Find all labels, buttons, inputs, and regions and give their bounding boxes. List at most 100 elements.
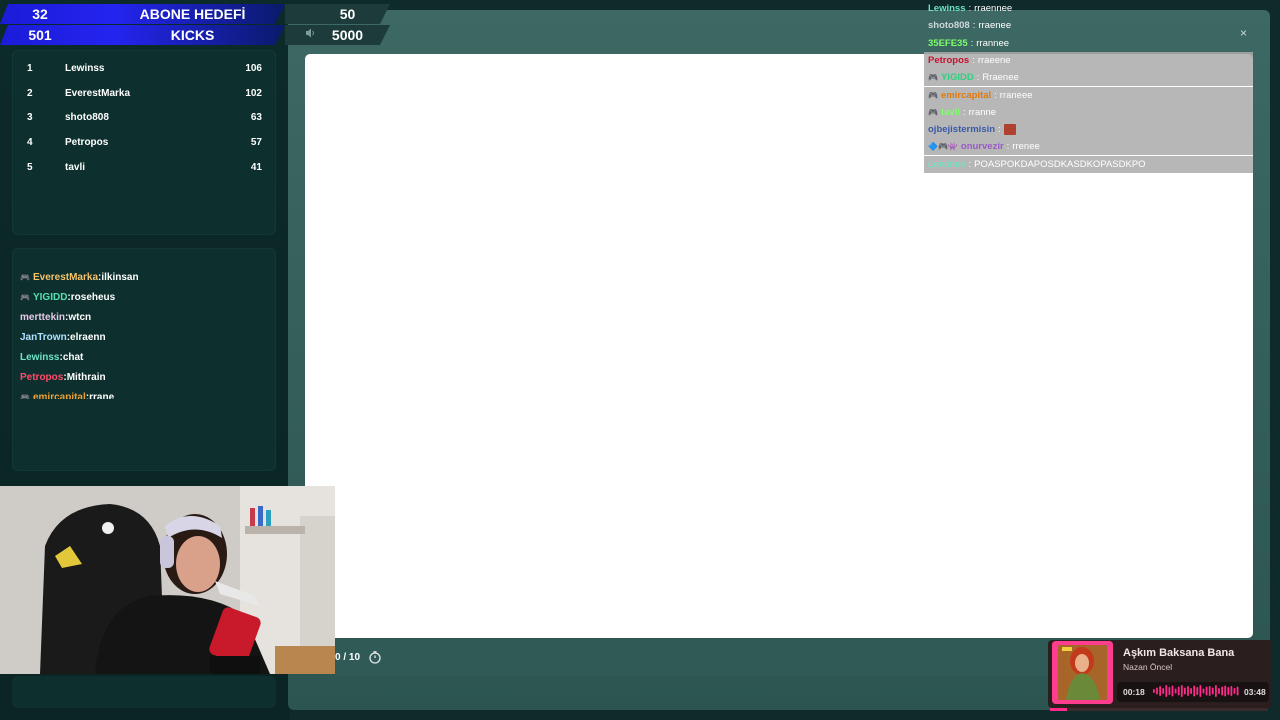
chat-message-text: rraenee [978, 20, 1012, 32]
waveform-bar [1196, 687, 1199, 695]
leaderboard-row: 2 EverestMarka 102 [13, 88, 277, 104]
chat-badge-icon: 🎮 [928, 73, 938, 83]
leaderboard-score: 57 [250, 137, 262, 148]
chat-badge-icon: 🎮 [20, 292, 30, 302]
leaderboard-name: Petropos [65, 137, 109, 148]
chat-username[interactable]: Lewinss [20, 352, 59, 363]
total-time: 03:48 [1244, 687, 1266, 697]
chat-message-text: ilkinsan [101, 271, 139, 283]
waveform-bar [1193, 685, 1196, 697]
chat-message-text: elraenn [70, 331, 106, 343]
chat-username[interactable]: EverestMarka [33, 272, 98, 283]
chat-separator: : [994, 89, 997, 101]
chat-username[interactable]: YIGIDD [33, 292, 67, 303]
progress-track[interactable] [1050, 708, 1268, 711]
chat-badge-icon: 🔷🎮👾 [928, 142, 958, 152]
side-chat-messages[interactable]: 🎮 EverestMarka: ilkinsan 🎮 YIGIDD: roseheus me… [13, 267, 277, 400]
leaderboard-score: 63 [250, 112, 262, 123]
webcam-feed [0, 486, 335, 674]
overlay-chat-message: 🎮 tavli: rranne [924, 103, 1253, 121]
chat-username[interactable]: tavli [941, 107, 960, 118]
waveform-bar [1153, 689, 1155, 693]
overlay-chat-message: ojbejistermisin: [924, 121, 1253, 139]
chat-badge-icon: 🎮 [928, 107, 938, 117]
close-icon[interactable]: × [1240, 26, 1247, 40]
chat-separator: : [1006, 141, 1010, 153]
chat-username[interactable]: Petropos [20, 372, 63, 383]
side-chat-panel: 🎮 EverestMarka: ilkinsan 🎮 YIGIDD: roseheus me… [12, 248, 276, 471]
overlay-chat-message: 🔷🎮👾 onurvezir: rrenee [924, 138, 1253, 156]
song-artist: Nazan Öncel [1123, 662, 1173, 672]
chat-username[interactable]: JanTrown [20, 332, 67, 343]
waveform-bar [1208, 686, 1211, 696]
leaderboard-panel: 1 Lewinss 106 2 EverestMarka 102 3 shoto… [12, 50, 276, 235]
chat-username[interactable]: onurvezir [961, 141, 1004, 152]
chat-badge-icon: 🎮 [20, 392, 30, 400]
waveform[interactable] [1153, 684, 1239, 698]
chat-separator: : [962, 106, 966, 118]
chat-username[interactable]: ojbejistermisin [928, 124, 995, 135]
waveform-bar [1221, 686, 1223, 696]
chat-username[interactable]: emircapital [33, 392, 86, 400]
chat-message-text: rrannee [976, 37, 1010, 49]
side-chat-message: merttekin: wtcn [13, 307, 277, 327]
kicks-title: KICKS [170, 27, 215, 43]
waveform-bar [1171, 685, 1174, 697]
chat-message-text: POASPOKDAPOSDKASDKOPASDKPO [974, 158, 1146, 170]
chat-separator: : [968, 3, 972, 14]
overlay-chat-message: Lewinss: rraennee [924, 0, 1253, 17]
timer-icon [368, 650, 382, 664]
waveform-bar [1205, 686, 1208, 696]
overlay-chat-message: 🎮 emircapital: rraneee [924, 86, 1253, 104]
kicks-goal-target: 5000 [331, 27, 364, 43]
overlay-chat: Lewinss: rraennee shoto808: rraenee 35EFE35:… [924, 0, 1280, 173]
waveform-bar [1202, 688, 1205, 694]
chat-message-text: rrane [89, 391, 115, 400]
chat-separator: : [970, 37, 974, 49]
waveform-bar [1199, 685, 1202, 697]
leaderboard-row: 3 shoto808 63 [13, 112, 277, 128]
waveform-bar [1174, 688, 1177, 694]
chat-message-text: rraeene [977, 54, 1011, 66]
overlay-chat-message: Petropos: rraeene [924, 51, 1253, 69]
song-title: Aşkım Baksana Bana [1123, 647, 1235, 659]
side-chat-message: 🎮 emircapital: rrane [13, 387, 277, 400]
waveform-bar [1215, 685, 1217, 697]
chat-username[interactable]: Petropos [928, 55, 969, 66]
leaderboard-rank: 4 [27, 137, 33, 148]
webcam-image [0, 486, 335, 674]
waveform-bar [1168, 687, 1171, 695]
chat-badge-icon: 🎮 [20, 272, 30, 282]
chat-message-text: wtcn [68, 311, 92, 323]
chat-message-text: rraneee [999, 89, 1033, 101]
waveform-bar [1211, 687, 1214, 695]
chat-username[interactable]: Lewinss [928, 159, 966, 170]
chat-separator: : [976, 72, 980, 84]
waveform-bar [1190, 688, 1192, 694]
waveform-bar [1187, 686, 1189, 696]
chat-username[interactable]: merttekin [20, 312, 65, 323]
chat-message-text: rrenee [1012, 141, 1040, 153]
chat-separator: : [972, 54, 975, 66]
waveform-bar [1233, 688, 1236, 694]
chat-message-text: rraennee [974, 3, 1013, 14]
leaderboard-rank: 3 [27, 112, 33, 123]
leaderboard-row: 4 Petropos 57 [13, 137, 277, 153]
side-chat-message: 🎮 EverestMarka: ilkinsan [13, 267, 277, 287]
chat-username[interactable]: 35EFE35 [928, 38, 968, 49]
chat-username[interactable]: shoto808 [928, 20, 970, 31]
chat-username[interactable]: emircapital [941, 90, 991, 101]
subscriber-goal-target: 50 [339, 6, 356, 22]
leaderboard-name: EverestMarka [65, 88, 131, 99]
chat-separator: : [998, 124, 1001, 136]
waveform-bar [1230, 686, 1233, 696]
leaderboard-row: 5 tavli 41 [13, 162, 277, 178]
chat-username[interactable]: YIGIDD [941, 72, 974, 83]
current-time: 00:18 [1123, 687, 1145, 697]
chat-username[interactable]: Lewinss [928, 3, 966, 14]
waveform-bar [1165, 685, 1168, 697]
leaderboard-name: Lewinss [65, 63, 105, 74]
kicks-goal-bar: 501 KICKS 5000 [0, 25, 390, 45]
chat-message-text: roseheus [70, 291, 116, 303]
leaderboard-name: tavli [65, 162, 86, 173]
